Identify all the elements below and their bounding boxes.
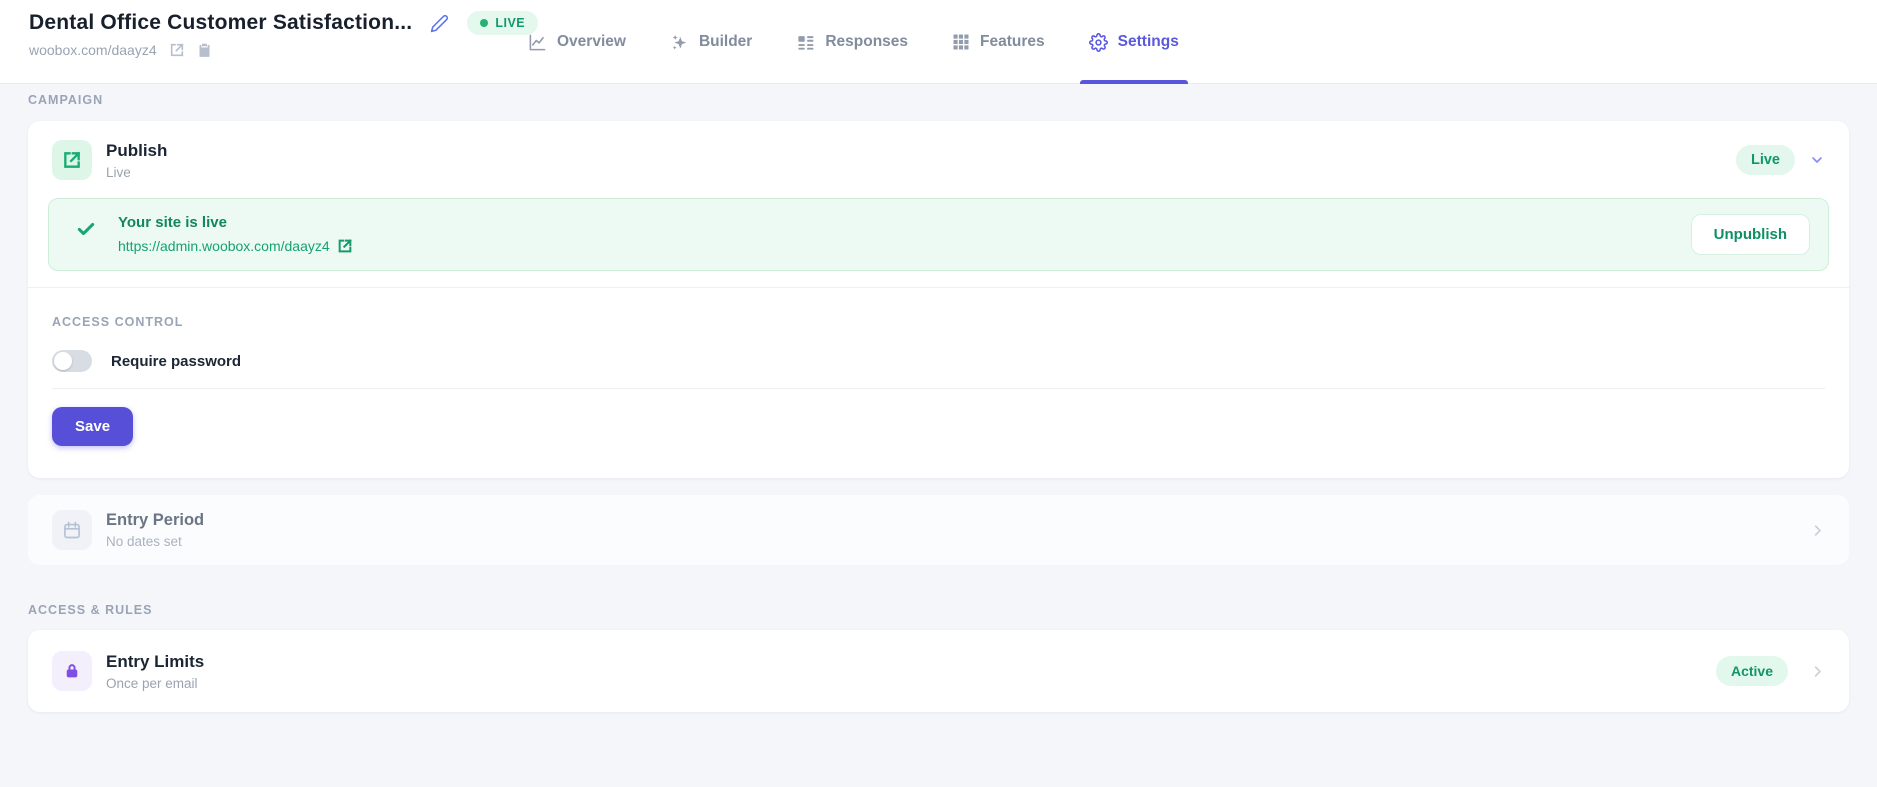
publish-title: Publish xyxy=(106,140,168,160)
unpublish-button[interactable]: Unpublish xyxy=(1690,214,1810,255)
page-title: Dental Office Customer Satisfaction... xyxy=(29,11,413,34)
chevron-right-icon xyxy=(1810,523,1825,538)
require-password-toggle[interactable] xyxy=(52,350,92,372)
tab-label: Responses xyxy=(825,33,909,50)
chevron-down-icon[interactable] xyxy=(1809,152,1825,168)
entry-period-subtitle: No dates set xyxy=(106,534,182,549)
external-link-icon xyxy=(337,238,353,254)
entry-limits-subtitle: Once per email xyxy=(106,675,198,691)
access-rules-section-label: ACCESS & RULES xyxy=(28,603,153,617)
site-live-url-link[interactable]: https://admin.woobox.com/daayz4 xyxy=(118,238,353,254)
tab-label: Settings xyxy=(1117,33,1179,50)
site-live-alert: Your site is live https://admin.woobox.c… xyxy=(48,198,1829,271)
campaign-url: woobox.com/daayz4 xyxy=(29,42,157,58)
checkmark-icon xyxy=(76,219,96,255)
tab-builder[interactable]: Builder xyxy=(670,0,752,84)
tab-label: Builder xyxy=(698,33,753,50)
save-button[interactable]: Save xyxy=(52,407,134,446)
tab-overview[interactable]: Overview xyxy=(528,0,626,84)
sparkles-icon xyxy=(670,33,689,52)
live-badge-label: LIVE xyxy=(495,16,526,30)
tab-responses[interactable]: Responses xyxy=(796,0,908,84)
entry-limits-title: Entry Limits xyxy=(106,651,205,671)
main-nav: Overview Builder Responses Features Sett… xyxy=(528,0,1188,84)
open-url-external-link-icon[interactable] xyxy=(169,42,185,58)
toggle-knob xyxy=(54,352,72,370)
publish-live-badge: Live xyxy=(1735,145,1795,175)
publish-subtitle: Live xyxy=(106,164,131,180)
chevron-right-icon xyxy=(1810,664,1825,679)
line-chart-icon xyxy=(528,33,547,52)
site-live-title: Your site is live xyxy=(118,214,227,231)
edit-title-pencil-icon[interactable] xyxy=(430,14,449,33)
app-header: Dental Office Customer Satisfaction... L… xyxy=(0,0,1877,84)
settings-content: CAMPAIGN Publish Live Live Your site is … xyxy=(0,93,1877,712)
divider xyxy=(52,388,1825,389)
live-dot-icon xyxy=(480,19,489,27)
entry-period-row[interactable]: Entry Period No dates set xyxy=(28,495,1849,565)
list-details-icon xyxy=(796,33,815,52)
entry-limits-active-badge: Active xyxy=(1715,656,1788,686)
access-control-label: ACCESS CONTROL xyxy=(52,315,184,329)
entry-period-title: Entry Period xyxy=(106,511,205,529)
grid-icon xyxy=(952,33,970,51)
calendar-icon xyxy=(52,510,92,550)
active-tab-underline xyxy=(1079,80,1188,84)
tab-settings[interactable]: Settings xyxy=(1079,0,1188,84)
campaign-section-label: CAMPAIGN xyxy=(28,93,104,107)
publish-row[interactable]: Publish Live Live xyxy=(28,121,1849,196)
campaign-title-block: Dental Office Customer Satisfaction... L… xyxy=(29,11,539,58)
tab-label: Overview xyxy=(557,33,626,50)
publish-external-link-icon xyxy=(52,140,92,180)
require-password-label: Require password xyxy=(111,352,242,370)
tab-features[interactable]: Features xyxy=(952,0,1045,84)
publish-card: Publish Live Live Your site is live http… xyxy=(28,121,1849,478)
tab-label: Features xyxy=(980,33,1045,50)
gear-icon xyxy=(1088,32,1108,52)
copy-url-clipboard-icon[interactable] xyxy=(197,42,212,58)
site-live-url: https://admin.woobox.com/daayz4 xyxy=(118,238,330,254)
entry-limits-row[interactable]: Entry Limits Once per email Active xyxy=(28,630,1849,712)
lock-icon xyxy=(52,651,92,691)
